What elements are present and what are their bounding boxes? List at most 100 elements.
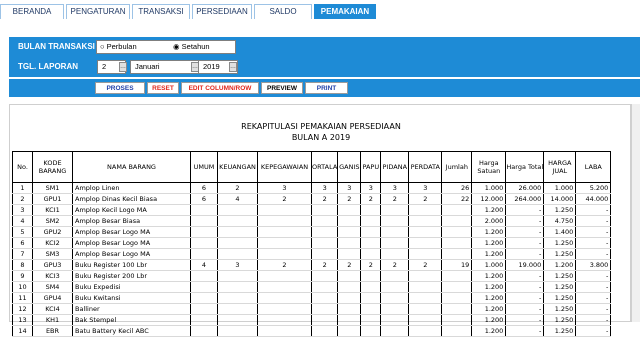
col-laba-cell: - [575, 226, 612, 238]
vertical-scrollbar[interactable] [631, 104, 640, 322]
col-keuangan-cell [217, 204, 258, 216]
col-nama-barang-cell: Batu Battery Kecil ABC [72, 325, 191, 337]
col-harga-total-cell: - [505, 204, 545, 216]
col-papu-cell [360, 281, 382, 293]
col-kode-barang-cell: SM3 [32, 248, 73, 260]
col-papu-cell: 2 [360, 193, 382, 205]
col-harga-jual-cell: 1.250 [543, 270, 577, 282]
col-umum-cell [190, 303, 218, 315]
col-harga-satuan-cell: 1.200 [471, 314, 507, 326]
proses-button[interactable]: PROSES [95, 82, 145, 94]
col-harga-satuan-header: Harga Satuan [471, 151, 507, 183]
col-harga-total-cell: - [505, 226, 545, 238]
col-nama-barang-header: NAMA BARANG [72, 151, 191, 183]
col-pidana-cell [380, 215, 410, 227]
col-umum-cell [190, 292, 218, 304]
col-harga-satuan-cell: 1.200 [471, 204, 507, 216]
col-jumlah-cell [441, 248, 473, 260]
col-keuangan-cell [217, 303, 258, 315]
col-no-cell: 4 [12, 215, 33, 227]
col-jumlah-cell [441, 204, 473, 216]
col-ortala-cell [310, 281, 339, 293]
edit-column-row-button[interactable]: EDIT COLUMN/ROW [181, 82, 259, 94]
col-kode-barang-cell: GPU1 [32, 193, 73, 205]
tab-persediaan[interactable]: PERSEDIAAN [192, 4, 252, 19]
col-harga-total-cell: - [505, 303, 545, 315]
col-laba-header: LABA [575, 151, 612, 183]
col-no-cell: 3 [12, 204, 33, 216]
col-kepegawaian-cell [257, 281, 312, 293]
col-kepegawaian-cell [257, 204, 312, 216]
col-nama-barang-cell: Amplop Dinas Kecil Biasa [72, 193, 191, 205]
col-ortala-cell [310, 204, 339, 216]
col-keuangan-cell: 3 [217, 259, 258, 271]
table-row: 9 KCI3 Buku Register 200 Lbr 1.200-1.250- [12, 270, 612, 282]
year-dropdown-icon[interactable]: … [229, 62, 237, 72]
radio-perbulan[interactable]: ○ Perbulan [100, 41, 137, 53]
month-select[interactable]: Januari [130, 60, 200, 74]
col-harga-satuan-cell: 1.200 [471, 303, 507, 315]
col-jumlah-cell [441, 303, 473, 315]
print-button[interactable]: PRINT [305, 82, 348, 94]
col-perdata-cell [408, 292, 443, 304]
table-row: 5 GPU2 Amplop Besar Logo MA 1.200-1.400- [12, 226, 612, 238]
col-no-cell: 12 [12, 303, 33, 315]
col-harga-satuan-cell: 1.200 [471, 281, 507, 293]
col-papu-cell [360, 292, 382, 304]
col-pidana-cell [380, 325, 410, 337]
col-nama-barang-cell: Buku Expedisi [72, 281, 191, 293]
col-kode-barang-cell: KCI2 [32, 237, 73, 249]
col-laba-cell: - [575, 215, 612, 227]
col-ortala-cell: 2 [310, 193, 339, 205]
col-ganis-cell: 2 [337, 259, 362, 271]
reset-button[interactable]: RESET [147, 82, 179, 94]
col-perdata-header: PERDATA [408, 151, 443, 183]
col-jumlah-cell: 22 [441, 193, 473, 205]
col-ganis-cell [337, 325, 362, 337]
col-umum-cell: 6 [190, 193, 218, 205]
col-harga-satuan-cell: 1.200 [471, 270, 507, 282]
day-dropdown-icon[interactable]: … [119, 62, 127, 72]
col-harga-jual-cell: 1.250 [543, 325, 577, 337]
col-ortala-header: ORTALA [310, 151, 339, 183]
tab-pengaturan[interactable]: PENGATURAN [66, 4, 130, 19]
tab-pemakaian[interactable]: PEMAKAIAN [314, 4, 376, 19]
col-keuangan-cell [217, 314, 258, 326]
col-keuangan-header: KEUANGAN [217, 151, 258, 183]
col-pidana-cell [380, 281, 410, 293]
col-harga-total-cell: - [505, 314, 545, 326]
col-ortala-cell [310, 314, 339, 326]
col-ganis-cell: 2 [337, 193, 362, 205]
col-harga-satuan-cell: 1.200 [471, 292, 507, 304]
col-papu-header: PAPU [360, 151, 382, 183]
col-ortala-cell [310, 303, 339, 315]
table-body: 1 SM1 Amplop Linen 6 2 3 3 3 3 3 3 26 1.000 26.000 1.0… [12, 182, 612, 337]
col-keuangan-cell [217, 281, 258, 293]
col-kode-barang-cell: KCI3 [32, 270, 73, 282]
col-kode-barang-cell: KCI4 [32, 303, 73, 315]
col-umum-cell [190, 314, 218, 326]
col-perdata-cell [408, 270, 443, 282]
col-umum-cell [190, 226, 218, 238]
col-laba-cell: - [575, 248, 612, 260]
tab-beranda[interactable]: BERANDA [0, 4, 64, 19]
col-papu-cell: 3 [360, 182, 382, 194]
col-laba-cell: - [575, 237, 612, 249]
col-perdata-cell [408, 314, 443, 326]
col-kepegawaian-cell: 3 [257, 182, 312, 194]
col-papu-cell [360, 204, 382, 216]
col-umum-cell [190, 325, 218, 337]
col-no-cell: 10 [12, 281, 33, 293]
col-perdata-cell [408, 237, 443, 249]
col-perdata-cell [408, 215, 443, 227]
col-kode-barang-cell: SM1 [32, 182, 73, 194]
col-laba-cell: - [575, 292, 612, 304]
col-kode-barang-header: KODE BARANG [32, 151, 73, 183]
col-jumlah-cell [441, 226, 473, 238]
radio-setahun[interactable]: ◉ Setahun [173, 41, 210, 53]
col-nama-barang-cell: Amplop Besar Biasa [72, 215, 191, 227]
col-ganis-cell: 3 [337, 182, 362, 194]
preview-button[interactable]: PREVIEW [261, 82, 303, 94]
tab-transaksi[interactable]: TRANSAKSI [132, 4, 190, 19]
tab-saldo[interactable]: SALDO [254, 4, 312, 19]
